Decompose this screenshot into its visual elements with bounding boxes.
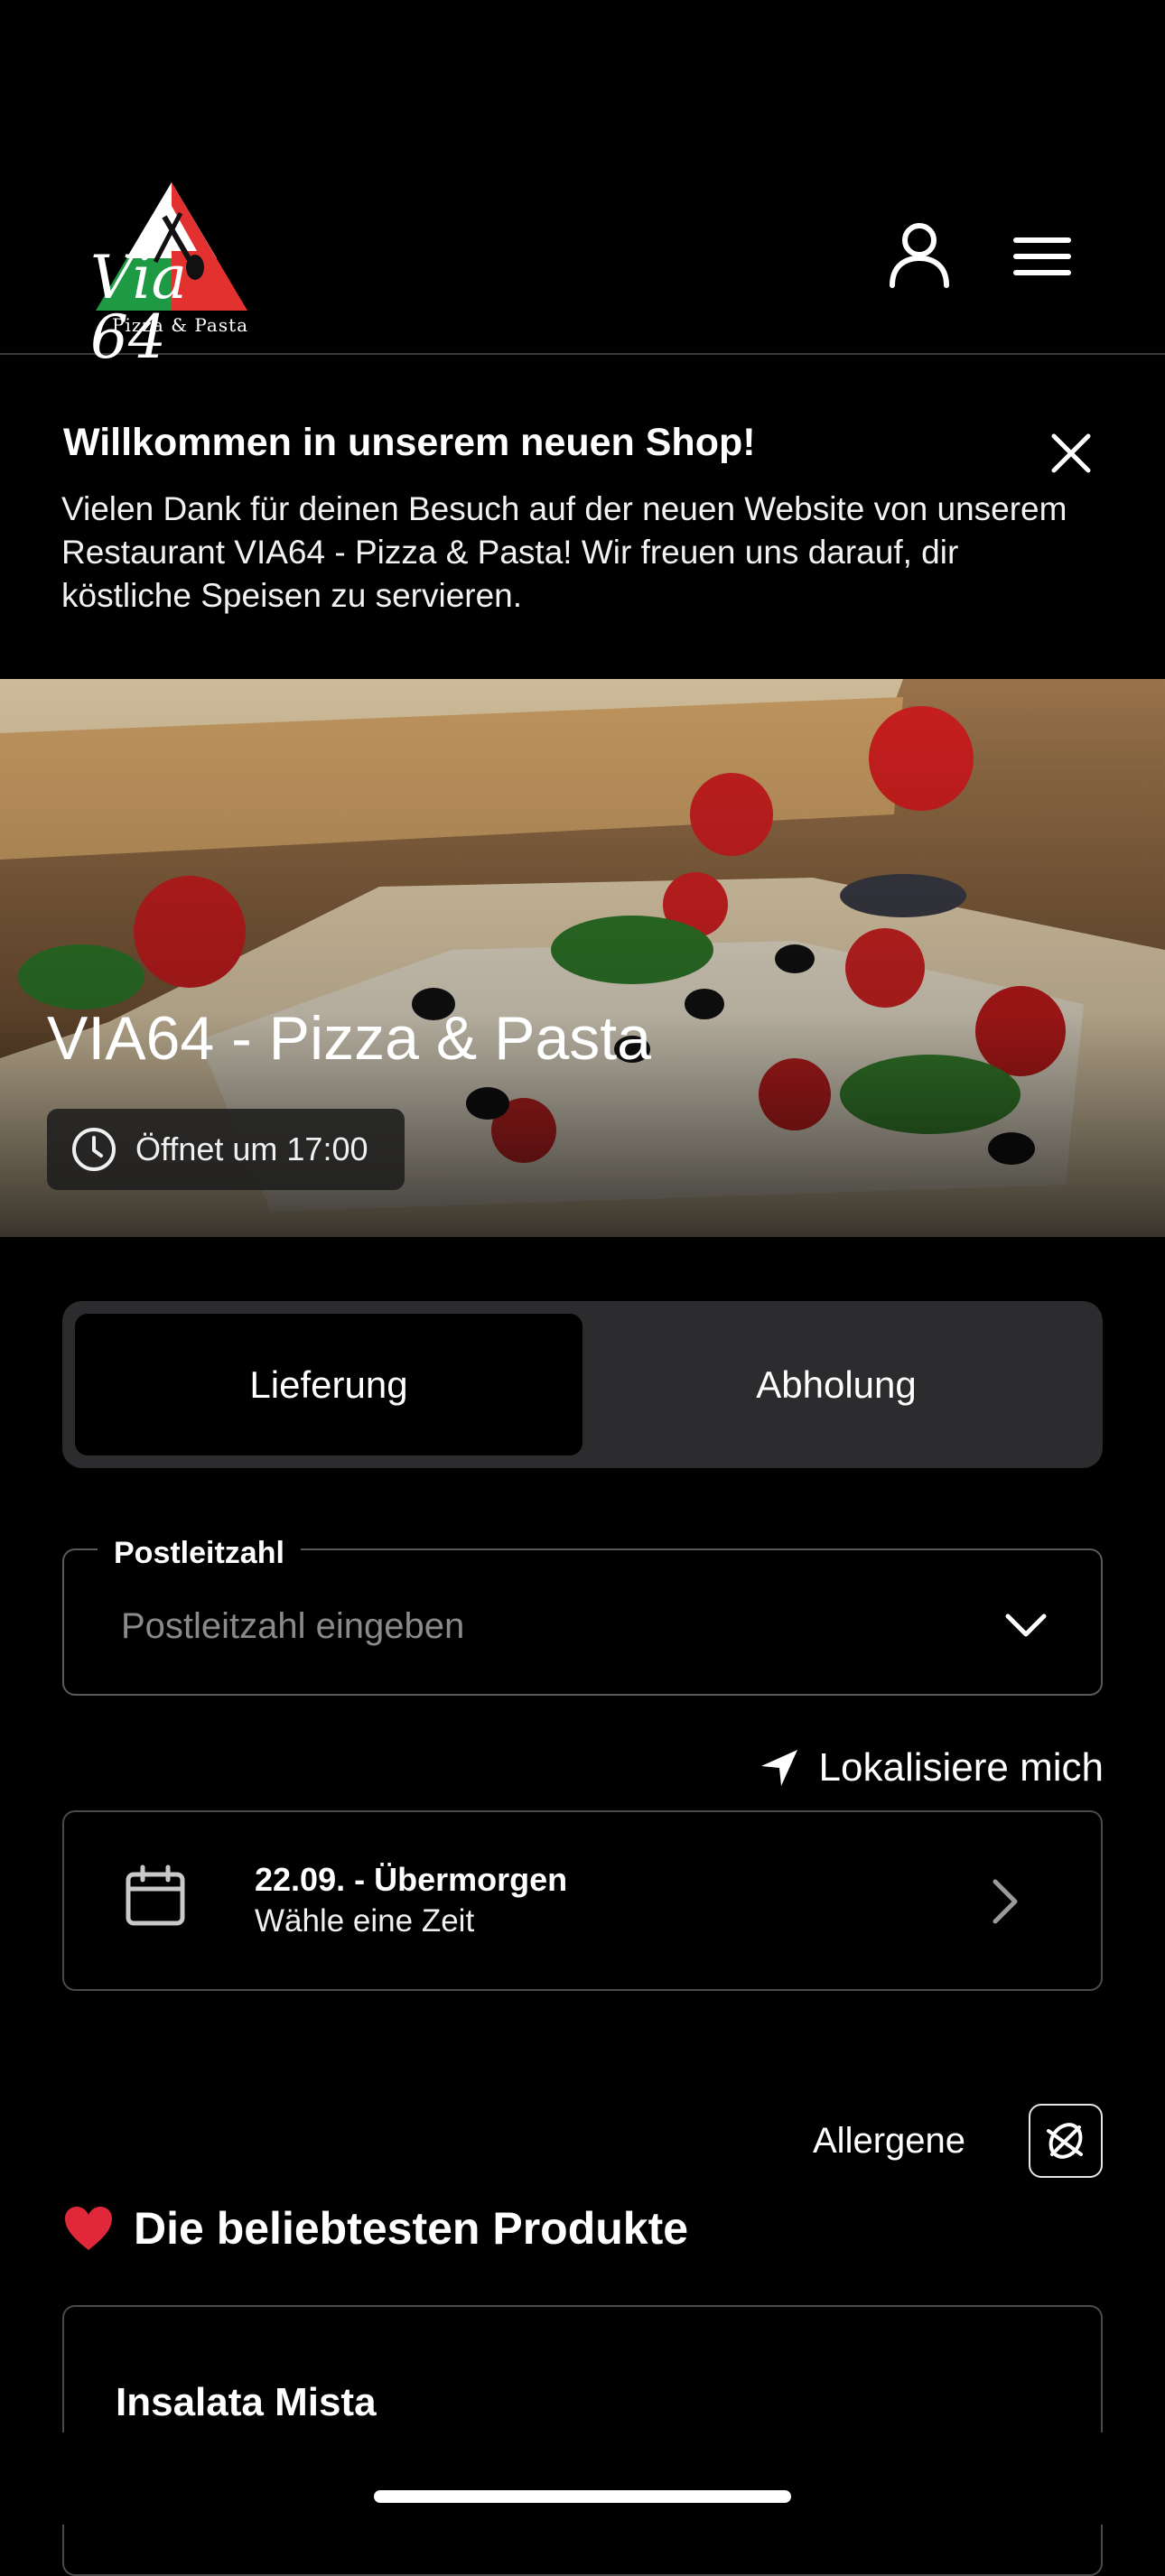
heart-icon [65, 2207, 112, 2250]
popular-products-title: Die beliebtesten Produkte [134, 2203, 689, 2254]
schedule-time-card[interactable] [62, 1810, 1103, 1991]
order-mode-toggle: Lieferung Abholung [62, 1301, 1103, 1468]
opening-status-text: Öffnet um 17:00 [135, 1130, 368, 1167]
postal-code-label: Postleitzahl [98, 1535, 301, 1571]
bottom-bar [0, 2432, 1165, 2525]
home-indicator[interactable] [374, 2490, 791, 2503]
locate-me-label: Lokalisiere mich [818, 1745, 1104, 1790]
close-icon[interactable] [1042, 424, 1100, 482]
schedule-date: 22.09. - Übermorgen [255, 1861, 568, 1898]
banner-title: Willkommen in unserem neuen Shop! [63, 421, 756, 464]
postal-code-input[interactable] [119, 1598, 972, 1654]
tab-pickup[interactable]: Abholung [582, 1314, 1090, 1455]
allergens-label[interactable]: Allergene [813, 2117, 965, 2164]
chevron-right-icon [984, 1876, 1026, 1927]
clock-icon [72, 1128, 116, 1171]
tab-delivery[interactable]: Lieferung [75, 1314, 582, 1455]
popular-products-heading: Die beliebtesten Produkte [63, 2199, 688, 2257]
logo-subtitle: Pizza & Pasta [112, 314, 249, 336]
opening-status-badge: Öffnet um 17:00 [47, 1109, 405, 1190]
logo-text: Via 64 [90, 243, 187, 372]
user-icon[interactable] [883, 219, 955, 293]
location-arrow-icon [760, 1750, 797, 1786]
hamburger-menu-icon[interactable] [1006, 228, 1078, 285]
product-name: Insalata Mista [116, 2380, 377, 2424]
calendar-icon [123, 1864, 188, 1929]
chevron-down-icon[interactable] [999, 1598, 1053, 1652]
allergen-icon[interactable] [1029, 2104, 1103, 2178]
schedule-time-prompt: Wähle eine Zeit [255, 1903, 475, 1939]
restaurant-name: VIA64 - Pizza & Pasta [47, 1004, 651, 1073]
locate-me-button[interactable]: Lokalisiere mich [741, 1738, 1104, 1798]
banner-text: Vielen Dank für deinen Besuch auf der ne… [61, 490, 1067, 614]
